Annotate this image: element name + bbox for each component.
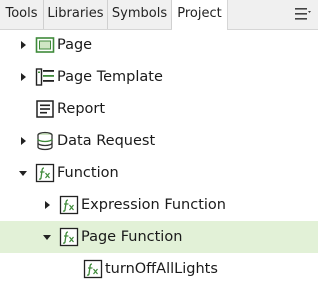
page-icon <box>35 37 55 53</box>
tree-item-label: Page Template <box>57 69 163 85</box>
tree-item-label: Function <box>57 165 119 181</box>
tree-item-data-request[interactable]: Data Request <box>0 125 318 157</box>
function-icon <box>35 163 55 183</box>
chevron-down-icon[interactable] <box>17 167 29 179</box>
tree-item-page[interactable]: Page <box>0 29 318 61</box>
report-icon <box>36 100 54 118</box>
tree-item-function[interactable]: Function <box>0 157 318 189</box>
tree-item-turnoffalllights[interactable]: turnOffAllLights <box>0 253 318 285</box>
tree-item-label: Page <box>57 37 93 53</box>
chevron-right-icon[interactable] <box>41 199 53 211</box>
tree-item-expression-function[interactable]: Expression Function <box>0 189 318 221</box>
database-icon <box>37 131 53 151</box>
function-icon <box>59 195 79 215</box>
page-template-icon <box>35 68 54 86</box>
chevron-down-icon[interactable] <box>41 231 53 243</box>
tree-item-page-template[interactable]: Page Template <box>0 61 318 93</box>
tab-libraries[interactable]: Libraries <box>44 0 108 29</box>
tree-item-report[interactable]: Report <box>0 93 318 125</box>
tab-symbols[interactable]: Symbols <box>108 0 172 29</box>
tree-item-label: Page Function <box>81 229 183 245</box>
function-icon <box>83 259 103 279</box>
chevron-right-icon[interactable] <box>17 39 29 51</box>
tree-item-label: Data Request <box>57 133 156 149</box>
panel-tab-bar: Tools Libraries Symbols Project <box>0 0 318 30</box>
chevron-right-icon[interactable] <box>17 71 29 83</box>
tab-tools[interactable]: Tools <box>0 0 44 29</box>
tree-item-label: turnOffAllLights <box>105 261 218 277</box>
chevron-right-icon[interactable] <box>17 135 29 147</box>
tree-item-page-function[interactable]: Page Function <box>0 221 318 253</box>
hamburger-menu-icon[interactable] <box>294 5 312 23</box>
tab-project[interactable]: Project <box>172 0 228 30</box>
tree-item-label: Report <box>57 101 106 117</box>
function-icon <box>59 227 79 247</box>
tree-item-label: Expression Function <box>81 197 226 213</box>
